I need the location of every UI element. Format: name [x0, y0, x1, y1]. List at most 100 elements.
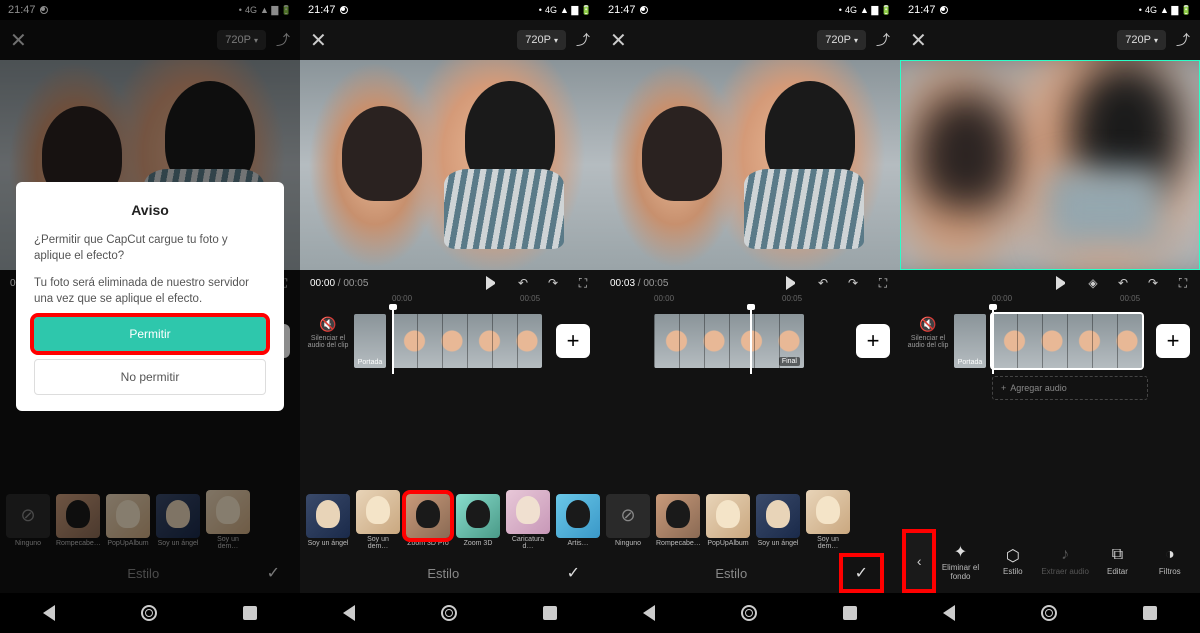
style-strip-2[interactable]: Soy un ángel Soy un dem… Zoom 3D Pro Zoom 3…	[300, 487, 600, 553]
style-item[interactable]: Caricatura d…	[506, 490, 550, 550]
style-item[interactable]: Soy un ángel	[306, 494, 350, 547]
nav-home-icon[interactable]	[741, 605, 757, 621]
timeline[interactable]: 00:0000:05 🔇Silenciar el audio del clip …	[300, 292, 600, 487]
redo-icon[interactable]: ↷	[846, 276, 860, 290]
keyframe-icon[interactable]: ◈	[1086, 276, 1100, 290]
resolution-button[interactable]: 720P	[817, 30, 866, 50]
style-item[interactable]: Soy un dem…	[356, 490, 400, 550]
style-strip-3[interactable]: ⊘ Ninguno Rompecabe…PopUpAlbumSoy un ángel…	[600, 487, 900, 553]
style-item[interactable]: Zoom 3D	[456, 494, 500, 547]
timeline[interactable]: 00:0000:05 Final +	[600, 292, 900, 487]
style-item-label: Zoom 3D Pro	[406, 540, 450, 547]
dialog-scrim: Aviso ¿Permitir que CapCut cargue tu fot…	[0, 0, 300, 593]
export-icon[interactable]: ⤴	[576, 30, 590, 50]
nav-back-icon[interactable]	[43, 605, 55, 621]
style-thumb[interactable]	[506, 490, 550, 534]
export-icon[interactable]: ⤴	[876, 30, 890, 50]
final-label: Final	[779, 357, 800, 366]
style-item[interactable]: Artis…	[556, 494, 600, 547]
play-icon[interactable]	[786, 276, 800, 290]
silence-button[interactable]: 🔇Silenciar el audio del clip	[906, 316, 950, 349]
style-thumb[interactable]	[456, 494, 500, 538]
add-audio-button[interactable]: + Agregar audio	[992, 376, 1148, 400]
screen-4: 21:47 •4G ▲ ▇ 🔋 ✕ 720P ⤴ ◈ ↶ ↷ ⛶ 00:0000…	[900, 0, 1200, 633]
nav-home-icon[interactable]	[1041, 605, 1057, 621]
nav-back-icon[interactable]	[343, 605, 355, 621]
add-clip-button[interactable]: +	[1156, 324, 1190, 358]
style-thumb[interactable]	[656, 494, 700, 538]
style-item[interactable]: Rompecabe…	[656, 494, 700, 547]
cover-thumb[interactable]: Portada	[954, 314, 986, 368]
video-preview[interactable]	[900, 60, 1200, 270]
nav-recent-icon[interactable]	[1143, 606, 1157, 620]
style-thumb[interactable]: ⊘	[606, 494, 650, 538]
confirm-check-icon[interactable]: ✓	[843, 557, 880, 589]
style-thumb[interactable]	[356, 490, 400, 534]
status-bar: 21:47 •4G ▲ ▇ 🔋	[300, 0, 600, 20]
close-icon[interactable]: ✕	[910, 28, 927, 53]
playhead[interactable]	[750, 308, 752, 374]
close-icon[interactable]: ✕	[610, 28, 627, 53]
tool-style[interactable]: ⬡Estilo	[989, 546, 1037, 576]
confirm-check-icon[interactable]: ✓	[567, 563, 580, 583]
nav-recent-icon[interactable]	[543, 606, 557, 620]
add-clip-button[interactable]: +	[856, 324, 890, 358]
add-clip-button[interactable]: +	[556, 324, 590, 358]
clip-strip[interactable]	[392, 314, 542, 368]
tool-filters[interactable]: ◑Filtros	[1146, 546, 1194, 576]
dialog-body-2: Tu foto será eliminada de nuestro servid…	[34, 275, 266, 307]
export-icon[interactable]: ⤴	[1176, 30, 1190, 50]
clip-strip[interactable]: Final	[654, 314, 804, 368]
video-preview[interactable]	[300, 60, 600, 270]
play-icon[interactable]	[486, 276, 500, 290]
redo-icon[interactable]: ↷	[546, 276, 560, 290]
resolution-button[interactable]: 720P	[517, 30, 566, 50]
timeline[interactable]: 00:0000:05 🔇Silenciar el audio del clip …	[900, 292, 1200, 529]
clip-strip[interactable]	[992, 314, 1142, 368]
playhead[interactable]	[392, 308, 394, 374]
style-item-label: Soy un dem…	[806, 536, 850, 550]
play-icon[interactable]	[1056, 276, 1070, 290]
style-item[interactable]: Soy un dem…	[806, 490, 850, 550]
close-icon[interactable]: ✕	[310, 28, 327, 53]
style-item-label: Zoom 3D	[456, 540, 500, 547]
redo-icon[interactable]: ↷	[1146, 276, 1160, 290]
tool-remove-bg[interactable]: ✦Eliminar el fondo	[936, 542, 984, 581]
permit-button[interactable]: Permitir	[34, 317, 266, 351]
fullscreen-icon[interactable]: ⛶	[576, 276, 590, 290]
nav-recent-icon[interactable]	[243, 606, 257, 620]
cover-thumb[interactable]: Portada	[354, 314, 386, 368]
undo-icon[interactable]: ↶	[1116, 276, 1130, 290]
undo-icon[interactable]: ↶	[816, 276, 830, 290]
nav-home-icon[interactable]	[141, 605, 157, 621]
style-thumb[interactable]	[306, 494, 350, 538]
resolution-button[interactable]: 720P	[1117, 30, 1166, 50]
style-thumb[interactable]	[556, 494, 600, 538]
nav-recent-icon[interactable]	[843, 606, 857, 620]
style-thumb[interactable]	[406, 494, 450, 538]
undo-icon[interactable]: ↶	[516, 276, 530, 290]
nav-back-icon[interactable]	[643, 605, 655, 621]
tool-extract-audio[interactable]: ♪Extraer audio	[1041, 546, 1089, 576]
permission-dialog: Aviso ¿Permitir que CapCut cargue tu fot…	[16, 182, 284, 410]
fullscreen-icon[interactable]: ⛶	[876, 276, 890, 290]
style-item[interactable]: Soy un ángel	[756, 494, 800, 547]
style-item-label: Soy un dem…	[356, 536, 400, 550]
nav-back-icon[interactable]	[943, 605, 955, 621]
silence-button[interactable]: 🔇Silenciar el audio del clip	[306, 316, 350, 349]
fullscreen-icon[interactable]: ⛶	[1176, 276, 1190, 290]
dialog-title: Aviso	[34, 202, 266, 218]
tool-back-button[interactable]: ‹	[906, 533, 932, 589]
style-item[interactable]: ⊘ Ninguno	[606, 494, 650, 547]
style-item-label: Ninguno	[606, 540, 650, 547]
video-preview[interactable]	[600, 60, 900, 270]
style-item[interactable]: Zoom 3D Pro	[406, 494, 450, 547]
tool-edit[interactable]: ⧉Editar	[1093, 546, 1141, 576]
style-thumb[interactable]	[706, 494, 750, 538]
style-item[interactable]: PopUpAlbum	[706, 494, 750, 547]
deny-button[interactable]: No permitir	[34, 359, 266, 395]
style-thumb[interactable]	[806, 490, 850, 534]
playhead[interactable]	[992, 308, 994, 374]
nav-home-icon[interactable]	[441, 605, 457, 621]
style-thumb[interactable]	[756, 494, 800, 538]
